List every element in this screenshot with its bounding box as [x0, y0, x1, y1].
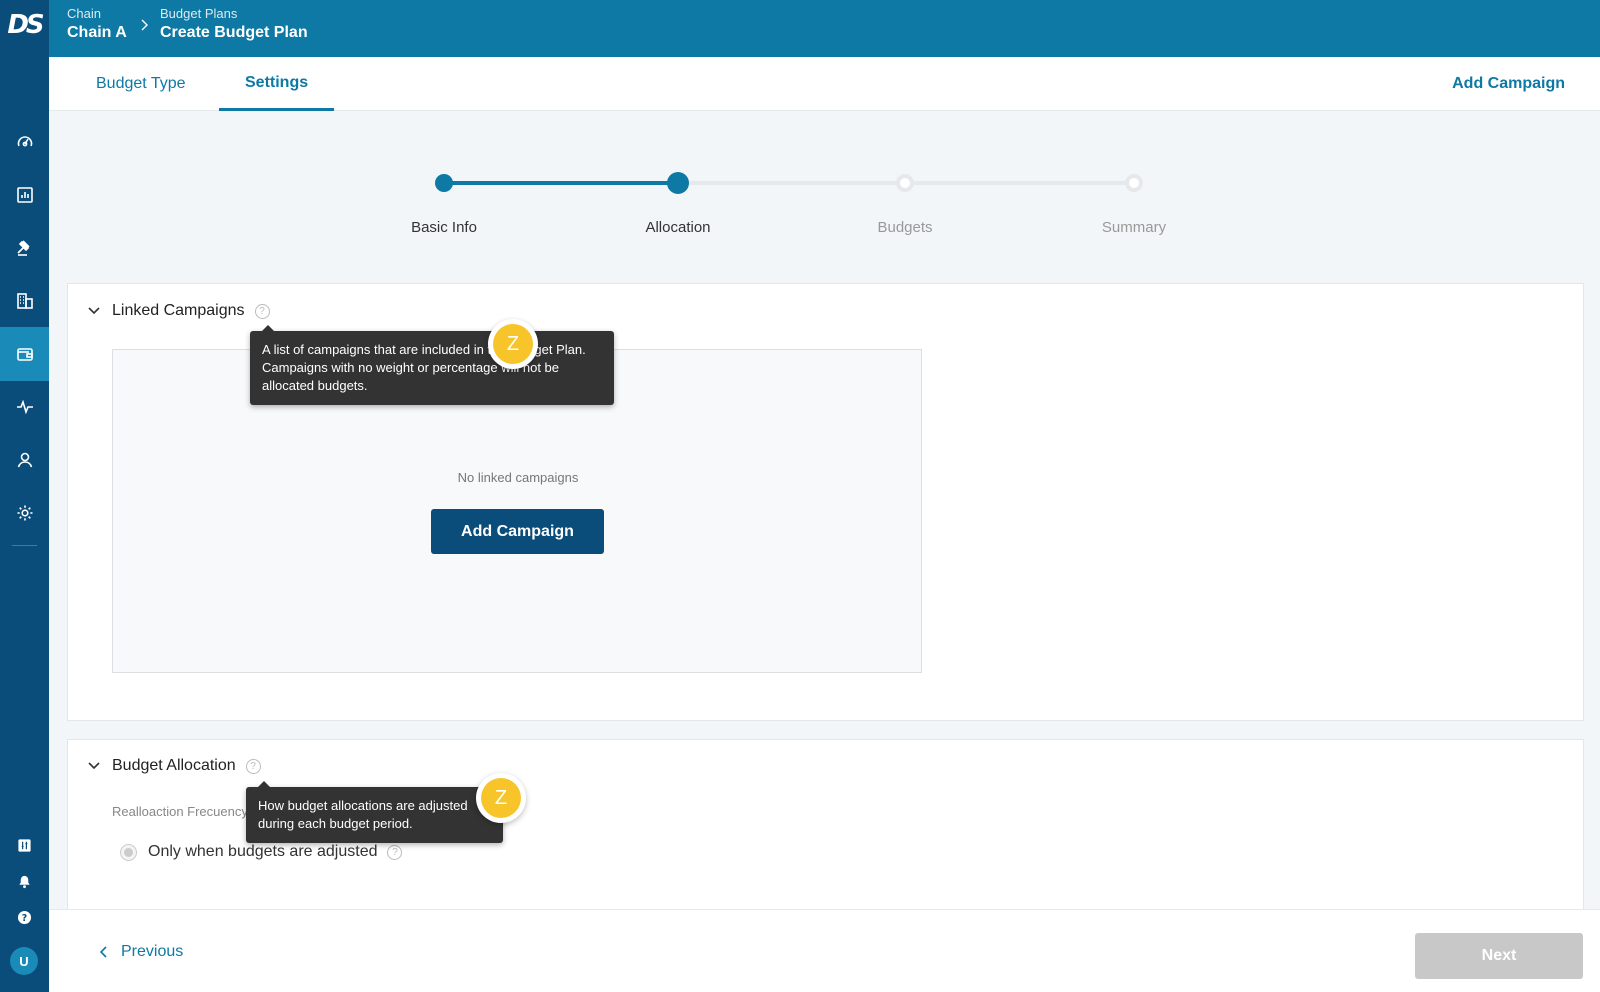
step-dot-allocation[interactable]: [667, 172, 689, 194]
sidebar-divider: [12, 545, 37, 546]
wallet-icon: [16, 348, 33, 361]
reports-icon: [16, 187, 33, 203]
guide-badge-letter: Z: [481, 778, 521, 818]
step-dot-basic-info[interactable]: [435, 174, 453, 192]
tab-settings[interactable]: Settings: [219, 57, 335, 111]
page-title: Create Budget Plan: [160, 24, 308, 41]
breadcrumb-page: Budget Plans Create Budget Plan: [160, 6, 308, 42]
section-title: Budget Allocation: [112, 757, 236, 774]
top-header: Chain Chain A Budget Plans Create Budget…: [49, 0, 1600, 57]
chevron-right-icon: [141, 19, 148, 31]
help-circle-icon[interactable]: ?: [245, 758, 261, 774]
radio-button[interactable]: [120, 843, 137, 861]
avatar[interactable]: U: [10, 947, 38, 975]
stepper-progress: [444, 181, 678, 185]
sidebar-item-notifications[interactable]: [0, 869, 49, 893]
step-label-summary: Summary: [1101, 219, 1167, 236]
tab-bar: Budget Type Settings Add Campaign: [49, 57, 1600, 111]
footer-bar: Previous Next: [49, 909, 1600, 992]
guide-badge[interactable]: Z: [488, 319, 538, 369]
add-campaign-button[interactable]: Add Campaign: [431, 509, 604, 554]
app-logo[interactable]: DS: [0, 0, 49, 49]
chevron-down-icon: [88, 762, 100, 770]
tab-budget-type[interactable]: Budget Type: [96, 57, 186, 111]
reallocation-option[interactable]: Only when budgets are adjusted ?: [120, 843, 403, 861]
step-label-budgets: Budgets: [877, 219, 933, 236]
breadcrumb-chain[interactable]: Chain Chain A: [67, 6, 127, 42]
sidebar-item-dashboard[interactable]: [0, 115, 49, 169]
help-circle-icon[interactable]: ?: [387, 844, 403, 860]
dashboard-icon: [17, 136, 32, 147]
buildings-icon: [16, 293, 33, 309]
step-dot-summary: [1125, 174, 1143, 192]
previous-button[interactable]: Previous: [97, 935, 183, 969]
add-campaign-link[interactable]: Add Campaign: [1452, 57, 1565, 111]
empty-state-text: No linked campaigns: [457, 470, 579, 485]
linked-campaigns-header[interactable]: Linked Campaigns ?: [86, 302, 270, 320]
sidebar-item-help[interactable]: ?: [0, 905, 49, 929]
help-circle-icon[interactable]: ?: [254, 303, 270, 319]
sidebar-item-users[interactable]: [0, 433, 49, 487]
user-icon: [17, 452, 32, 468]
chevron-left-icon: [99, 946, 107, 958]
previous-label: Previous: [121, 943, 184, 960]
integrations-icon: [18, 838, 31, 852]
next-button[interactable]: Next: [1415, 933, 1583, 979]
step-dot-budgets: [896, 174, 914, 192]
sidebar: DS ? U: [0, 0, 49, 992]
reallocation-frequency-label: Realloaction Frecuency: [112, 804, 248, 819]
settings-icon: [17, 505, 32, 521]
help-icon: ?: [17, 910, 32, 924]
sidebar-item-activity[interactable]: [0, 380, 49, 434]
breadcrumb-title: Chain A: [67, 24, 127, 41]
budget-allocation-tooltip: How budget allocations are adjusted duri…: [246, 781, 503, 843]
sidebar-item-settings[interactable]: [0, 486, 49, 540]
step-label-allocation: Allocation: [645, 219, 711, 236]
sidebar-item-reports[interactable]: [0, 168, 49, 222]
chevron-down-icon: [88, 307, 100, 315]
sidebar-item-locations[interactable]: [0, 274, 49, 328]
section-title: Linked Campaigns: [112, 302, 245, 319]
linked-campaigns-tooltip: A list of campaigns that are included in…: [250, 325, 614, 405]
radio-label: Only when budgets are adjusted: [148, 843, 378, 860]
bell-icon: [19, 875, 30, 888]
sidebar-item-budgets[interactable]: [0, 327, 49, 381]
budget-allocation-header[interactable]: Budget Allocation ?: [86, 757, 261, 775]
breadcrumb-caption: Chain: [67, 6, 101, 21]
breadcrumb-caption: Budget Plans: [160, 6, 238, 21]
activity-icon: [16, 399, 33, 415]
step-label-basic-info: Basic Info: [411, 219, 477, 236]
svg-text:?: ?: [22, 912, 27, 923]
guide-badge[interactable]: Z: [476, 773, 526, 823]
sidebar-item-integrations[interactable]: [0, 833, 49, 857]
sidebar-item-auctions[interactable]: [0, 221, 49, 275]
auction-icon: [16, 240, 30, 256]
guide-badge-letter: Z: [493, 324, 533, 364]
